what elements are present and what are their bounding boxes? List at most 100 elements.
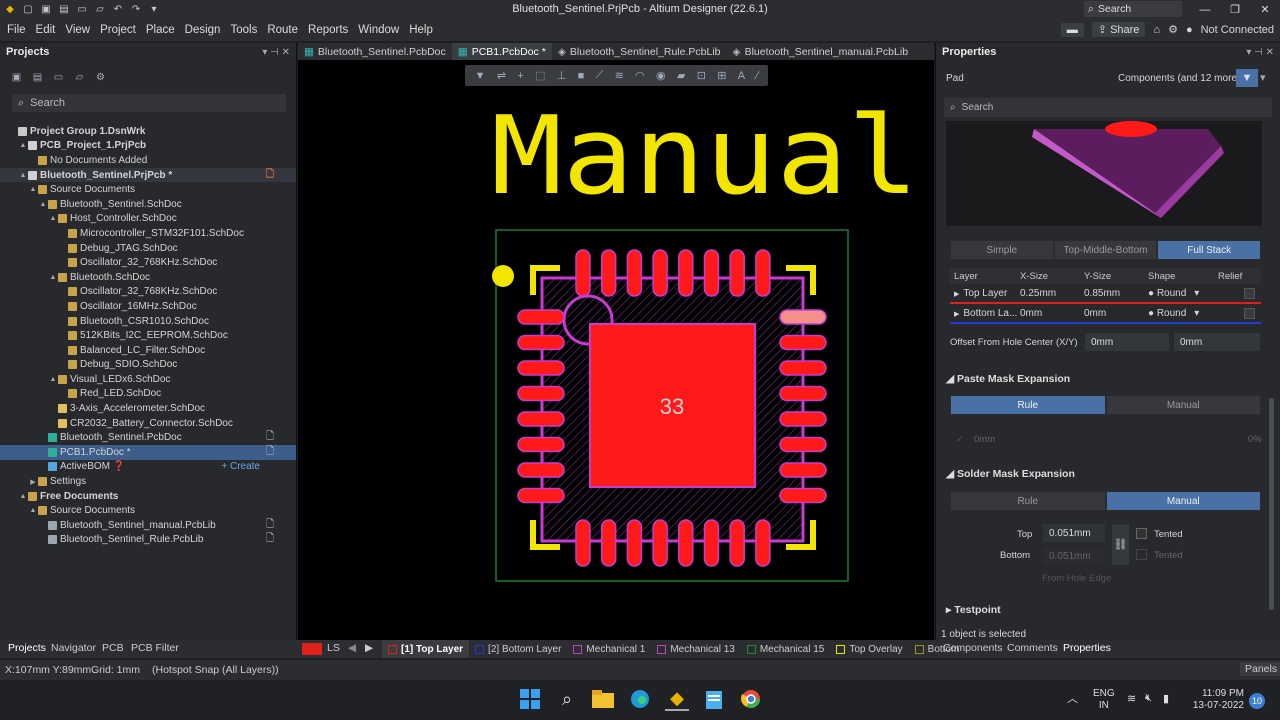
clock[interactable]: 11:09 PM 13-07-2022 [1176, 688, 1244, 712]
filter-dropdown-icon[interactable]: ▾ [1260, 71, 1266, 84]
filter-icon[interactable]: ▼ [475, 70, 486, 82]
tree-item[interactable]: Debug_JTAG.SchDoc [0, 241, 296, 256]
menu-tools[interactable]: Tools [225, 24, 262, 36]
pad-right[interactable] [779, 309, 827, 325]
panel-tab-comments[interactable]: Comments [1007, 642, 1058, 654]
solder-top-input[interactable]: 0.051mm [1043, 524, 1105, 542]
tree-item[interactable]: Bluetooth_Sentinel_Rule.PcbLib 🗋 [0, 533, 296, 548]
pad-right[interactable] [779, 360, 827, 376]
expand-toggle-icon[interactable]: ▲ [38, 201, 48, 208]
menu-project[interactable]: Project [95, 24, 141, 36]
paste-rule-button[interactable]: Rule [950, 395, 1106, 415]
relief-checkbox[interactable] [1244, 287, 1255, 299]
menu-help[interactable]: Help [404, 24, 438, 36]
tab-bluetooth-sentinel-pcbdoc[interactable]: ▦ Bluetooth_Sentinel.PcbDoc [298, 43, 452, 60]
expand-toggle-icon[interactable]: ▲ [28, 186, 38, 193]
expand-toggle-icon[interactable]: ▶ [954, 291, 959, 298]
pad-left[interactable] [517, 462, 565, 478]
open-icon[interactable]: ▭ [76, 4, 88, 16]
shape-value[interactable]: Round [1157, 288, 1186, 299]
altium-taskbar-icon[interactable]: ◆ [665, 687, 689, 711]
pad-icon[interactable]: ◉ [656, 69, 666, 82]
layer-tab[interactable]: [2] Bottom Layer [469, 640, 567, 658]
comment-icon[interactable]: ▬ [1060, 22, 1084, 37]
folder-icon[interactable]: ▱ [73, 71, 86, 84]
plus-icon[interactable]: + [517, 70, 523, 82]
expand-toggle-icon[interactable]: ▲ [48, 215, 58, 222]
connection-status[interactable]: Not Connected [1201, 24, 1274, 36]
chrome-icon[interactable] [739, 687, 763, 711]
tree-item[interactable]: Red_LED.SchDoc [0, 387, 296, 402]
pad-bottom[interactable] [755, 519, 771, 567]
tree-item[interactable]: ▲ Bluetooth_Sentinel.SchDoc [0, 197, 296, 212]
tree-item[interactable]: Balanced_LC_Filter.SchDoc [0, 343, 296, 358]
pad-top[interactable] [729, 249, 745, 297]
pad-top[interactable] [575, 249, 591, 297]
tree-item[interactable]: Oscillator_16MHz.SchDoc [0, 299, 296, 314]
tree-item[interactable]: Oscillator_32_768KHz.SchDoc [0, 285, 296, 300]
tree-item[interactable]: Bluetooth_Sentinel.PcbDoc 🗋 [0, 430, 296, 445]
tab-manual-pcblib[interactable]: ◈ Bluetooth_Sentinel_manual.PcbLib [727, 43, 915, 60]
tree-item[interactable]: Bluetooth_CSR1010.SchDoc [0, 314, 296, 329]
tree-item[interactable]: ▲ Source Documents [0, 182, 296, 197]
tab-rule-pcblib[interactable]: ◈ Bluetooth_Sentinel_Rule.PcbLib [552, 43, 727, 60]
pad-bottom[interactable] [575, 519, 591, 567]
pad-top[interactable] [652, 249, 668, 297]
pad-right[interactable] [779, 385, 827, 402]
pad-left[interactable] [517, 385, 565, 402]
pad-left[interactable] [517, 360, 565, 376]
pad-right[interactable] [779, 436, 827, 453]
current-layer-swatch[interactable] [302, 643, 322, 655]
layer-tab[interactable]: Mechanical 15 [741, 640, 830, 658]
tree-item[interactable]: Oscillator_32_768KHz.SchDoc [0, 255, 296, 270]
pad-bottom[interactable] [703, 519, 720, 567]
tree-item[interactable]: Project Group 1.DsnWrk [0, 124, 296, 139]
save-all-icon[interactable]: ▤ [58, 4, 70, 16]
expand-toggle-icon[interactable]: ▲ [48, 376, 58, 383]
expand-toggle-icon[interactable]: ▶ [28, 478, 38, 486]
dropdown-icon[interactable]: ▾ [148, 4, 160, 16]
tree-item[interactable]: Microcontroller_STM32F101.SchDoc [0, 226, 296, 241]
undo-icon[interactable]: ↶ [112, 4, 124, 16]
global-search[interactable]: ⌕ Search [1084, 1, 1182, 17]
dimension-icon[interactable]: ⊡ [697, 69, 706, 82]
pad-top[interactable] [755, 249, 771, 297]
expand-toggle-icon[interactable]: ▲ [48, 274, 58, 281]
pad-left[interactable] [517, 334, 565, 351]
tree-item[interactable]: ▲ Host_Controller.SchDoc [0, 212, 296, 227]
menu-route[interactable]: Route [262, 24, 303, 36]
pad-top[interactable] [703, 249, 720, 297]
offset-x-input[interactable]: 0mm [1085, 333, 1169, 351]
pad-top[interactable] [600, 249, 617, 297]
tree-item[interactable]: ▲ Bluetooth.SchDoc [0, 270, 296, 285]
layer-row[interactable]: ▶ Top Layer 0.25mm 0.85mm ● Round ▾ [950, 284, 1261, 304]
notification-badge[interactable]: 10 [1249, 693, 1265, 709]
arc-icon[interactable]: ◠ [635, 69, 645, 82]
panel-tab-pcb-filter[interactable]: PCB Filter [131, 642, 179, 654]
open-folder-icon[interactable]: ▱ [94, 4, 106, 16]
tree-item[interactable]: Debug_SDIO.SchDoc [0, 358, 296, 373]
tree-item[interactable]: ▲ Source Documents [0, 503, 296, 518]
tree-item[interactable]: PCB1.PcbDoc * 🗋 [0, 445, 296, 460]
layer-prev-icon[interactable]: ◀ [348, 642, 356, 654]
pad-left[interactable] [517, 411, 565, 427]
maximize-button[interactable]: ❐ [1220, 0, 1250, 19]
pad-right[interactable] [779, 411, 827, 427]
menu-edit[interactable]: Edit [31, 24, 61, 36]
wifi-icon[interactable]: ≋ [1127, 692, 1136, 705]
link-icon[interactable]: ⛓ [1112, 525, 1129, 565]
stack-mode-simple[interactable]: Simple [950, 240, 1054, 260]
tree-item[interactable]: ▶ Settings [0, 474, 296, 489]
gear-icon[interactable]: ⚙ [1168, 23, 1178, 36]
properties-scrollbar[interactable] [1269, 398, 1274, 610]
pad-bottom[interactable] [678, 519, 694, 567]
expand-toggle-icon[interactable]: ▲ [18, 493, 28, 500]
stack-mode-top-middle-bottom[interactable]: Top-Middle-Bottom [1053, 240, 1158, 260]
gear-icon[interactable]: ⚙ [94, 71, 107, 84]
align-icon[interactable]: ⊥ [557, 69, 567, 82]
layer-next-icon[interactable]: ▶ [365, 642, 373, 654]
chart-icon[interactable]: ⊞ [717, 69, 726, 82]
menu-reports[interactable]: Reports [303, 24, 353, 36]
projects-search[interactable]: ⌕ Search [12, 94, 286, 112]
edge-browser-icon[interactable] [628, 687, 652, 711]
